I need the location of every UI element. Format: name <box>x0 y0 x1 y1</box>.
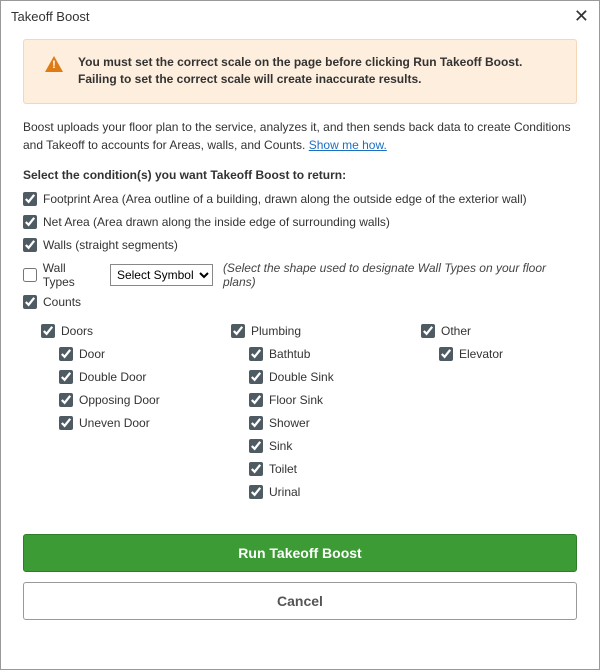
warning-icon <box>45 56 63 72</box>
opposing-door-input[interactable] <box>59 393 73 407</box>
counts-input[interactable] <box>23 295 37 309</box>
counts-checkbox[interactable]: Counts <box>23 295 81 309</box>
warning-icon-wrap <box>38 54 70 72</box>
counts-col-other: Other Elevator <box>403 318 553 508</box>
toilet-checkbox[interactable]: Toilet <box>249 462 297 476</box>
walls-label: Walls (straight segments) <box>43 238 178 252</box>
doors-group-checkbox[interactable]: Doors <box>41 324 93 338</box>
double-door-input[interactable] <box>59 370 73 384</box>
doors-group-input[interactable] <box>41 324 55 338</box>
show-me-how-link[interactable]: Show me how. <box>309 138 387 152</box>
close-icon[interactable]: ✕ <box>574 7 589 25</box>
plumbing-group-checkbox[interactable]: Plumbing <box>231 324 301 338</box>
actions: Run Takeoff Boost Cancel <box>23 534 577 620</box>
net-area-input[interactable] <box>23 215 37 229</box>
dialog-content: You must set the correct scale on the pa… <box>1 31 599 634</box>
doors-group-label: Doors <box>61 324 93 338</box>
double-sink-input[interactable] <box>249 370 263 384</box>
shower-label: Shower <box>269 416 310 430</box>
shower-input[interactable] <box>249 416 263 430</box>
double-door-label: Double Door <box>79 370 146 384</box>
net-area-label: Net Area (Area drawn along the inside ed… <box>43 215 390 229</box>
floor-sink-label: Floor Sink <box>269 393 323 407</box>
titlebar: Takeoff Boost ✕ <box>1 1 599 31</box>
floor-sink-input[interactable] <box>249 393 263 407</box>
sink-input[interactable] <box>249 439 263 453</box>
warning-message: You must set the correct scale on the pa… <box>70 54 562 89</box>
other-group-checkbox[interactable]: Other <box>421 324 471 338</box>
double-sink-checkbox[interactable]: Double Sink <box>249 370 334 384</box>
cancel-button[interactable]: Cancel <box>23 582 577 620</box>
sink-label: Sink <box>269 439 292 453</box>
other-group-input[interactable] <box>421 324 435 338</box>
walls-checkbox[interactable]: Walls (straight segments) <box>23 238 178 252</box>
net-area-checkbox[interactable]: Net Area (Area drawn along the inside ed… <box>23 215 390 229</box>
bathtub-checkbox[interactable]: Bathtub <box>249 347 310 361</box>
description: Boost uploads your floor plan to the ser… <box>23 118 577 154</box>
door-checkbox[interactable]: Door <box>59 347 105 361</box>
footprint-area-input[interactable] <box>23 192 37 206</box>
elevator-label: Elevator <box>459 347 503 361</box>
elevator-checkbox[interactable]: Elevator <box>439 347 503 361</box>
counts-grid: Doors Door Double Door Opposing Door Une… <box>23 318 577 508</box>
counts-col-doors: Doors Door Double Door Opposing Door Une… <box>23 318 173 508</box>
walls-input[interactable] <box>23 238 37 252</box>
description-text: Boost uploads your floor plan to the ser… <box>23 120 571 152</box>
bathtub-input[interactable] <box>249 347 263 361</box>
bathtub-label: Bathtub <box>269 347 310 361</box>
footprint-area-label: Footprint Area (Area outline of a buildi… <box>43 192 527 206</box>
door-label: Door <box>79 347 105 361</box>
wall-types-label: Wall Types <box>43 261 100 289</box>
run-takeoff-boost-button[interactable]: Run Takeoff Boost <box>23 534 577 572</box>
wall-types-symbol-select[interactable]: Select Symbol <box>110 264 213 286</box>
wall-types-hint: (Select the shape used to designate Wall… <box>223 261 577 289</box>
scale-warning: You must set the correct scale on the pa… <box>23 39 577 104</box>
counts-label: Counts <box>43 295 81 309</box>
counts-col-plumbing: Plumbing Bathtub Double Sink Floor Sink … <box>213 318 363 508</box>
dialog-title: Takeoff Boost <box>11 9 90 24</box>
plumbing-group-input[interactable] <box>231 324 245 338</box>
elevator-input[interactable] <box>439 347 453 361</box>
double-sink-label: Double Sink <box>269 370 334 384</box>
sink-checkbox[interactable]: Sink <box>249 439 292 453</box>
uneven-door-input[interactable] <box>59 416 73 430</box>
shower-checkbox[interactable]: Shower <box>249 416 310 430</box>
wall-types-input[interactable] <box>23 268 37 282</box>
opposing-door-label: Opposing Door <box>79 393 160 407</box>
toilet-label: Toilet <box>269 462 297 476</box>
wall-types-checkbox[interactable]: Wall Types <box>23 261 100 289</box>
uneven-door-label: Uneven Door <box>79 416 150 430</box>
double-door-checkbox[interactable]: Double Door <box>59 370 146 384</box>
opposing-door-checkbox[interactable]: Opposing Door <box>59 393 160 407</box>
floor-sink-checkbox[interactable]: Floor Sink <box>249 393 323 407</box>
footprint-area-checkbox[interactable]: Footprint Area (Area outline of a buildi… <box>23 192 527 206</box>
urinal-input[interactable] <box>249 485 263 499</box>
urinal-label: Urinal <box>269 485 300 499</box>
select-conditions-heading: Select the condition(s) you want Takeoff… <box>23 168 577 182</box>
plumbing-group-label: Plumbing <box>251 324 301 338</box>
other-group-label: Other <box>441 324 471 338</box>
toilet-input[interactable] <box>249 462 263 476</box>
uneven-door-checkbox[interactable]: Uneven Door <box>59 416 150 430</box>
door-input[interactable] <box>59 347 73 361</box>
urinal-checkbox[interactable]: Urinal <box>249 485 300 499</box>
